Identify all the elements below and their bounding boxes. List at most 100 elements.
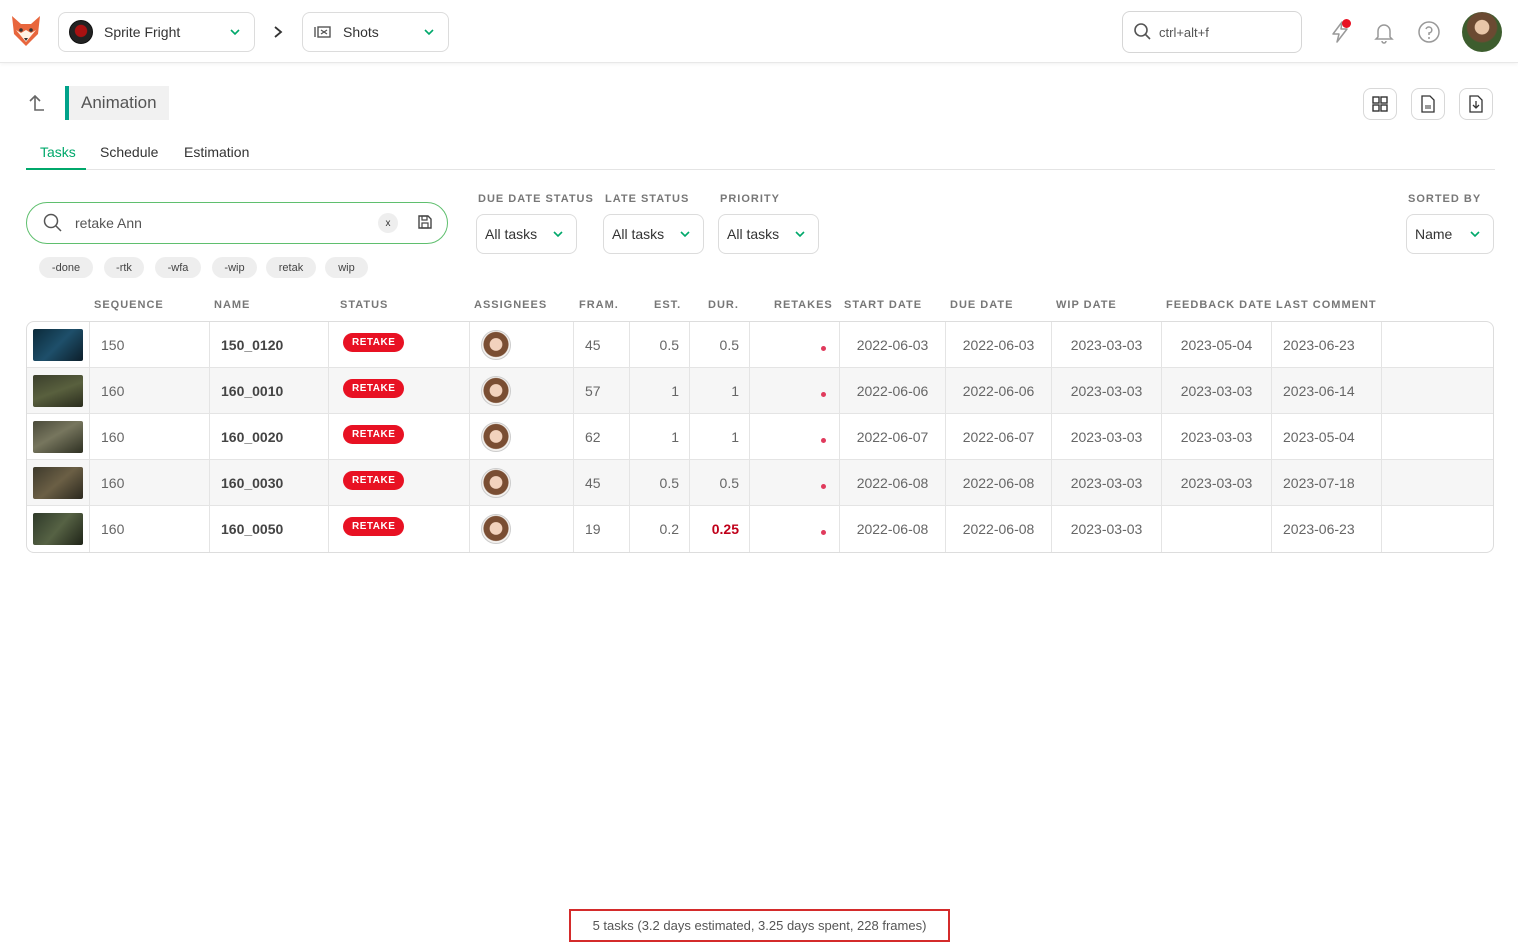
column-header-duration[interactable]: DUR.: [708, 299, 739, 311]
saved-search-chip[interactable]: wip: [325, 257, 368, 278]
column-header-frames[interactable]: FRAM.: [579, 299, 619, 311]
saved-search-chip[interactable]: -wfa: [155, 257, 201, 278]
due-date-cell[interactable]: 2022-06-06: [946, 368, 1052, 414]
user-avatar[interactable]: [1462, 12, 1502, 52]
table-row[interactable]: 160 160_0050 RETAKE 19 0.2 0.25 2022-06-…: [27, 506, 1493, 552]
chevron-down-icon: [424, 29, 434, 36]
bell-icon[interactable]: [1371, 19, 1397, 45]
wip-date-cell: 2023-03-03: [1052, 322, 1162, 368]
estimation-cell[interactable]: 1: [630, 414, 690, 460]
import-csv-button[interactable]: [1411, 88, 1445, 120]
shot-thumbnail[interactable]: [33, 329, 83, 361]
sorted-by-value: Name: [1415, 226, 1453, 242]
clear-search-button[interactable]: x: [378, 213, 398, 233]
status-cell[interactable]: RETAKE: [329, 368, 470, 414]
start-date-cell[interactable]: 2022-06-07: [840, 414, 946, 460]
shot-name-cell[interactable]: 160_0030: [210, 460, 329, 506]
due-date-cell[interactable]: 2022-06-08: [946, 506, 1052, 552]
saved-search-chip[interactable]: -rtk: [104, 257, 144, 278]
shot-name[interactable]: 160_0030: [221, 475, 283, 491]
retake-indicator: [821, 345, 826, 351]
status-cell[interactable]: RETAKE: [329, 414, 470, 460]
start-date-cell[interactable]: 2022-06-08: [840, 506, 946, 552]
shot-name-cell[interactable]: 160_0010: [210, 368, 329, 414]
column-header-feedback-date[interactable]: FEEDBACK DATE: [1166, 299, 1272, 311]
production-selector[interactable]: Sprite Fright: [58, 12, 255, 52]
column-header-due-date[interactable]: DUE DATE: [950, 299, 1013, 311]
tab-estimation[interactable]: Estimation: [170, 139, 263, 170]
assignee-avatar[interactable]: [481, 330, 511, 360]
column-header-estimation[interactable]: EST.: [654, 299, 681, 311]
shot-name[interactable]: 160_0020: [221, 429, 283, 445]
back-arrow-icon[interactable]: [26, 93, 46, 113]
tab-schedule[interactable]: Schedule: [86, 139, 172, 170]
assignees-cell: [470, 506, 574, 552]
assignee-avatar[interactable]: [481, 514, 511, 544]
column-header-start-date[interactable]: START DATE: [844, 299, 922, 311]
status-badge[interactable]: RETAKE: [343, 516, 405, 536]
saved-search-chip[interactable]: -done: [39, 257, 93, 278]
start-date-cell[interactable]: 2022-06-03: [840, 322, 946, 368]
last-comment-cell: 2023-06-23: [1272, 506, 1382, 552]
start-date-cell[interactable]: 2022-06-06: [840, 368, 946, 414]
global-search-input[interactable]: ctrl+alt+f: [1122, 11, 1302, 53]
table-row[interactable]: 160 160_0020 RETAKE 62 1 1 2022-06-07 20…: [27, 414, 1493, 460]
late-status-select[interactable]: All tasks: [603, 214, 704, 254]
display-mode-button[interactable]: [1363, 88, 1397, 120]
shot-name-cell[interactable]: 160_0050: [210, 506, 329, 552]
column-header-sequence[interactable]: SEQUENCE: [94, 299, 164, 311]
column-header-retakes[interactable]: RETAKES: [774, 299, 833, 311]
assignee-avatar[interactable]: [481, 422, 511, 452]
kitsu-fox-logo-icon[interactable]: [10, 14, 42, 48]
shot-name-cell[interactable]: 150_0120: [210, 322, 329, 368]
table-row[interactable]: 160 160_0010 RETAKE 57 1 1 2022-06-06 20…: [27, 368, 1493, 414]
shot-thumbnail[interactable]: [33, 467, 83, 499]
saved-search-chip[interactable]: -wip: [212, 257, 257, 278]
priority-value: All tasks: [727, 226, 780, 242]
late-status-label: LATE STATUS: [605, 193, 690, 205]
assignee-avatar[interactable]: [481, 376, 511, 406]
shot-thumbnail[interactable]: [33, 421, 83, 453]
status-cell[interactable]: RETAKE: [329, 506, 470, 552]
shot-name[interactable]: 160_0050: [221, 521, 283, 537]
due-date-cell[interactable]: 2022-06-03: [946, 322, 1052, 368]
estimation-cell[interactable]: 0.5: [630, 322, 690, 368]
export-button[interactable]: [1459, 88, 1493, 120]
column-header-status[interactable]: STATUS: [340, 299, 388, 311]
estimation-cell[interactable]: 0.5: [630, 460, 690, 506]
save-search-icon[interactable]: [417, 214, 433, 230]
thumbnail-cell: [27, 322, 90, 368]
shot-thumbnail[interactable]: [33, 375, 83, 407]
due-date-status-select[interactable]: All tasks: [476, 214, 577, 254]
status-badge[interactable]: RETAKE: [343, 332, 405, 352]
help-icon[interactable]: [1416, 19, 1442, 45]
table-row[interactable]: 150 150_0120 RETAKE 45 0.5 0.5 2022-06-0…: [27, 322, 1493, 368]
status-badge[interactable]: RETAKE: [343, 424, 405, 444]
section-selector[interactable]: Shots: [302, 12, 449, 52]
duration-cell: 0.25: [690, 506, 750, 552]
tab-tasks[interactable]: Tasks: [26, 139, 86, 170]
shot-name[interactable]: 150_0120: [221, 337, 283, 353]
feedback-date-cell: 2023-03-03: [1162, 368, 1272, 414]
column-header-last-comment[interactable]: LAST COMMENT: [1276, 299, 1377, 311]
due-date-cell[interactable]: 2022-06-08: [946, 460, 1052, 506]
shot-thumbnail[interactable]: [33, 513, 83, 545]
saved-search-chip[interactable]: retak: [266, 257, 316, 278]
assignee-avatar[interactable]: [481, 468, 511, 498]
status-badge[interactable]: RETAKE: [343, 378, 405, 398]
shot-name-cell[interactable]: 160_0020: [210, 414, 329, 460]
priority-select[interactable]: All tasks: [718, 214, 819, 254]
column-header-name[interactable]: NAME: [214, 299, 250, 311]
due-date-cell[interactable]: 2022-06-07: [946, 414, 1052, 460]
start-date-cell[interactable]: 2022-06-08: [840, 460, 946, 506]
estimation-cell[interactable]: 1: [630, 368, 690, 414]
column-header-wip-date[interactable]: WIP DATE: [1056, 299, 1117, 311]
status-badge[interactable]: RETAKE: [343, 470, 405, 490]
status-cell[interactable]: RETAKE: [329, 322, 470, 368]
table-row[interactable]: 160 160_0030 RETAKE 45 0.5 0.5 2022-06-0…: [27, 460, 1493, 506]
status-cell[interactable]: RETAKE: [329, 460, 470, 506]
estimation-cell[interactable]: 0.2: [630, 506, 690, 552]
column-header-assignees[interactable]: ASSIGNEES: [474, 299, 547, 311]
sorted-by-select[interactable]: Name: [1406, 214, 1494, 254]
shot-name[interactable]: 160_0010: [221, 383, 283, 399]
